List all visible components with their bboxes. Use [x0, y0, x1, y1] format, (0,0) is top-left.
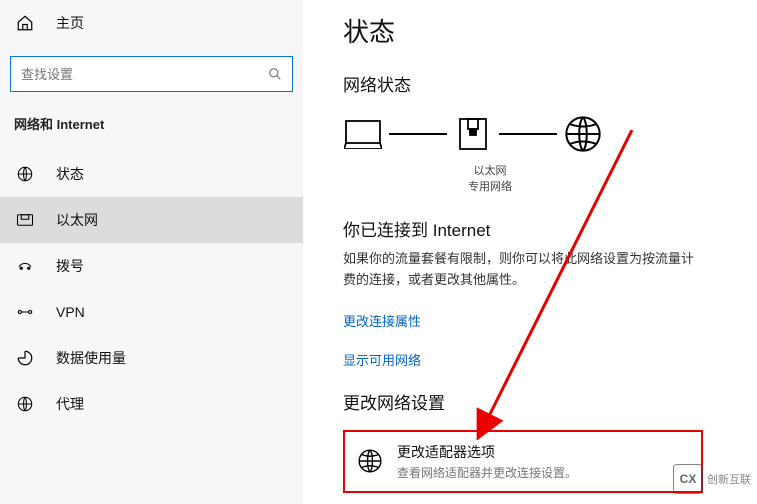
- nav-list: 状态 以太网 拨号 VPN 数据使用量: [0, 151, 303, 427]
- page-title: 状态: [343, 12, 757, 49]
- change-adapter-option[interactable]: 更改适配器选项 查看网络适配器并更改连接设置。: [343, 430, 703, 493]
- sidebar-item-label: 数据使用量: [56, 348, 126, 368]
- connection-line: [389, 133, 447, 135]
- ethernet-icon: [16, 211, 34, 229]
- change-properties-link[interactable]: 更改连接属性: [343, 311, 757, 330]
- sidebar-item-label: 拨号: [56, 256, 84, 276]
- home-label: 主页: [56, 13, 84, 33]
- watermark-text: 创新互联: [707, 471, 751, 487]
- network-status-title: 网络状态: [343, 71, 757, 96]
- sidebar-item-label: 状态: [56, 164, 84, 184]
- main-content: 状态 网络状态 以太网 专用网络 你已连接到 Internet 如果你的流量套餐…: [343, 0, 757, 504]
- globe-icon: [357, 448, 383, 474]
- sidebar-item-status[interactable]: 状态: [0, 151, 303, 197]
- diagram-caption: 以太网 专用网络: [405, 162, 575, 194]
- datausage-icon: [16, 349, 34, 367]
- sidebar-item-datausage[interactable]: 数据使用量: [0, 335, 303, 381]
- sidebar-item-vpn[interactable]: VPN: [0, 289, 303, 335]
- caption-line2: 专用网络: [405, 178, 575, 194]
- search-icon: [268, 67, 282, 81]
- adapter-desc: 查看网络适配器并更改连接设置。: [397, 464, 577, 481]
- connected-title: 你已连接到 Internet: [343, 216, 757, 241]
- watermark-icon: CX: [673, 464, 703, 494]
- sidebar-item-label: 代理: [56, 394, 84, 414]
- sidebar-item-ethernet[interactable]: 以太网: [0, 197, 303, 243]
- computer-icon: [343, 114, 383, 154]
- home-icon: [16, 14, 34, 32]
- dialup-icon: [16, 257, 34, 275]
- globe-icon: [16, 165, 34, 183]
- change-network-title: 更改网络设置: [343, 389, 757, 414]
- router-icon: [453, 114, 493, 154]
- adapter-title: 更改适配器选项: [397, 442, 577, 462]
- watermark: CX 创新互联: [673, 464, 751, 494]
- connection-line: [499, 133, 557, 135]
- sidebar-item-proxy[interactable]: 代理: [0, 381, 303, 427]
- sidebar-item-label: VPN: [56, 304, 85, 320]
- sidebar-item-label: 以太网: [56, 210, 98, 230]
- vpn-icon: [16, 303, 34, 321]
- show-networks-link[interactable]: 显示可用网络: [343, 350, 757, 369]
- sidebar-item-dialup[interactable]: 拨号: [0, 243, 303, 289]
- proxy-icon: [16, 395, 34, 413]
- home-link[interactable]: 主页: [0, 0, 303, 46]
- caption-line1: 以太网: [405, 162, 575, 178]
- network-diagram: [343, 114, 757, 154]
- globe-icon: [563, 114, 603, 154]
- search-input[interactable]: [21, 67, 268, 82]
- connected-description: 如果你的流量套餐有限制，则你可以将此网络设置为按流量计费的连接，或者更改其他属性…: [343, 249, 703, 291]
- sidebar: 主页 网络和 Internet 状态 以太网 拨号: [0, 0, 303, 504]
- section-title: 网络和 Internet: [0, 92, 303, 141]
- search-input-wrap[interactable]: [10, 56, 293, 92]
